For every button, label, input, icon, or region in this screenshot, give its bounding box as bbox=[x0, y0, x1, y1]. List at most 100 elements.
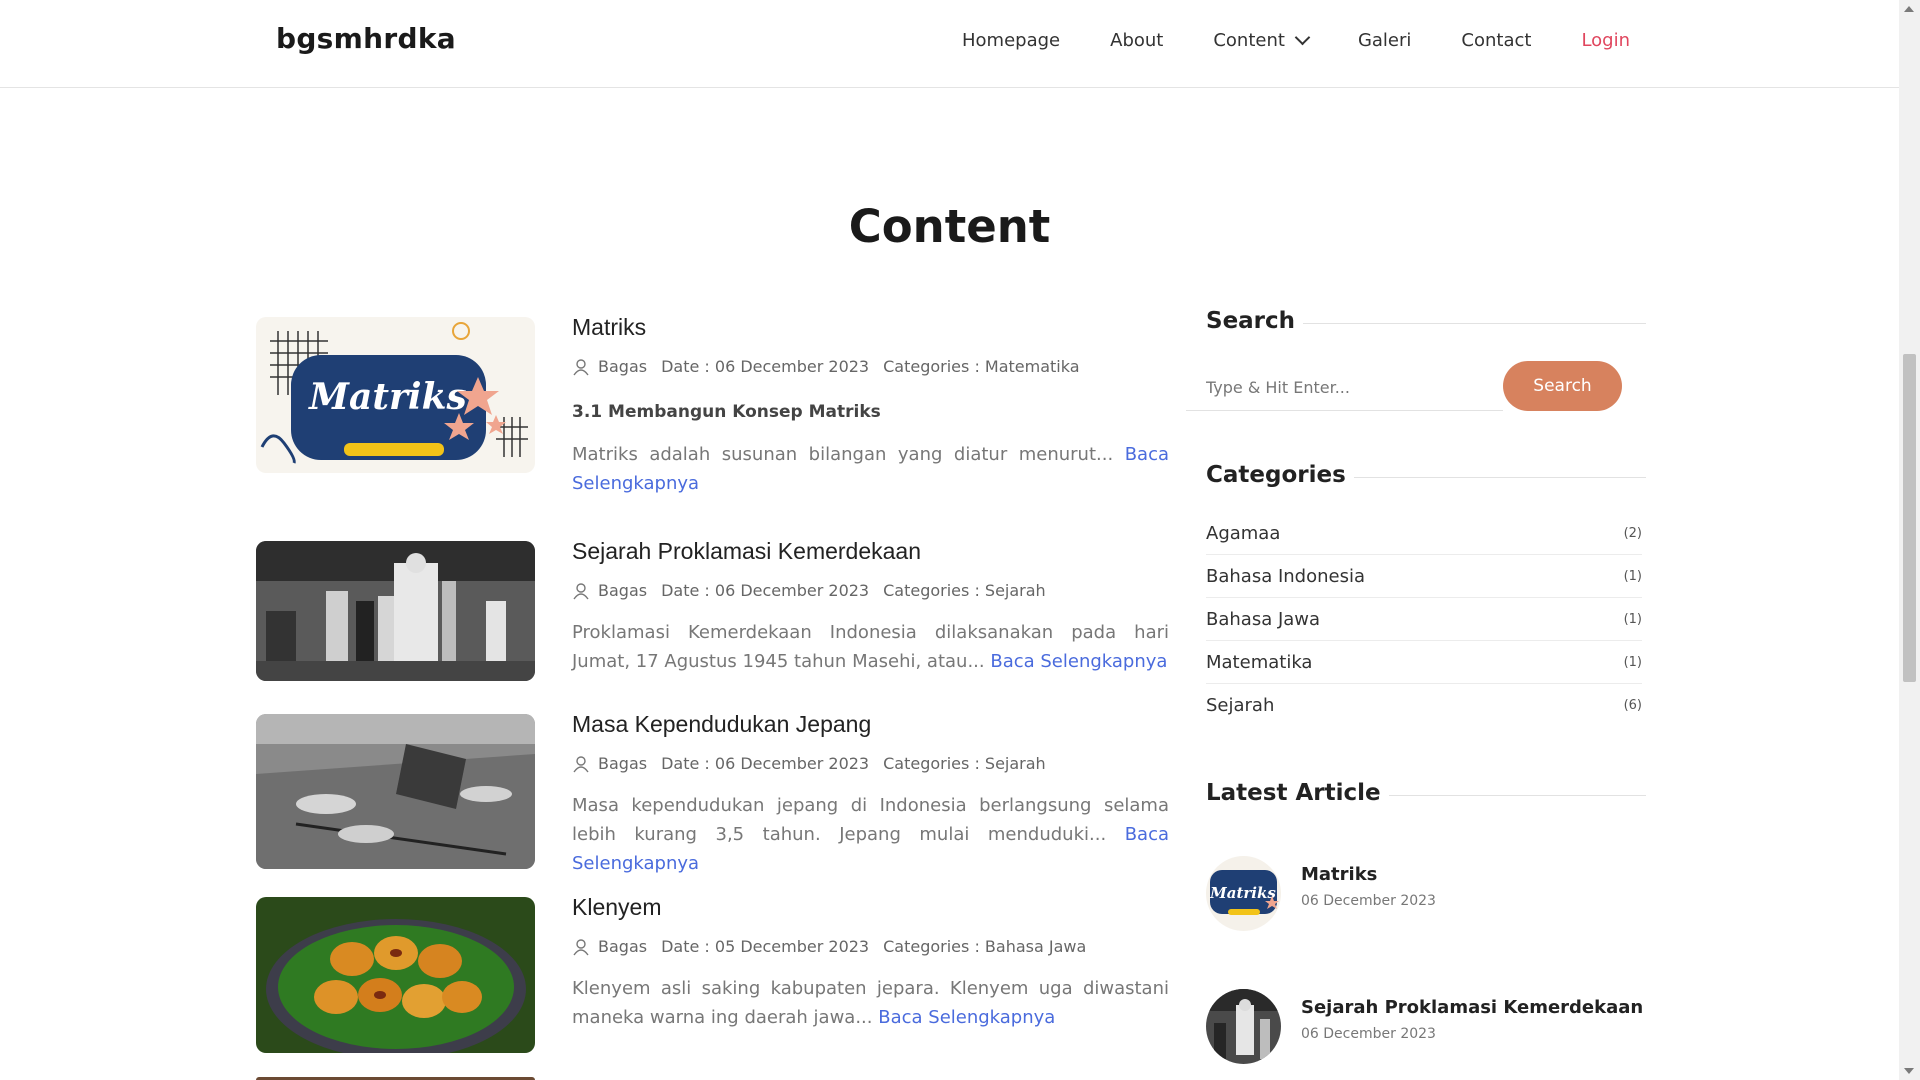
article-category: Categories : Sejarah bbox=[883, 754, 1046, 773]
latest-article-text: Matriks 06 December 2023 bbox=[1301, 856, 1436, 909]
category-name: Bahasa Indonesia bbox=[1206, 565, 1365, 587]
search-heading-text: Search bbox=[1206, 308, 1296, 334]
article-meta: Bagas Date : 06 December 2023 Categories… bbox=[572, 357, 1169, 376]
jepang-thumbnail-image bbox=[256, 714, 535, 869]
heading-divider bbox=[1388, 794, 1646, 796]
user-icon bbox=[573, 582, 589, 599]
main-nav: Homepage About Content Galeri Contact Lo… bbox=[962, 29, 1630, 51]
klenyem-thumbnail-image bbox=[256, 897, 535, 1053]
latest-article-item[interactable]: Sejarah Proklamasi Kemerdekaan 06 Decemb… bbox=[1206, 989, 1646, 1080]
category-count: (1) bbox=[1623, 654, 1642, 670]
categories-widget-heading: Categories bbox=[1186, 462, 1646, 488]
article-excerpt: Matriks adalah susunan bilangan yang dia… bbox=[572, 440, 1169, 498]
category-name: Matematika bbox=[1206, 651, 1313, 673]
heading-divider bbox=[1353, 476, 1646, 478]
article-body: Masa Kependudukan Jepang Bagas Date : 06… bbox=[572, 711, 1169, 878]
heading-divider bbox=[1303, 322, 1646, 324]
article-category: Categories : Bahasa Jawa bbox=[883, 937, 1087, 956]
matriks-circle-image: Matriks bbox=[1206, 856, 1281, 931]
latest-article-item[interactable]: Matriks Matriks 06 December 2023 bbox=[1206, 856, 1646, 989]
article-thumbnail[interactable] bbox=[256, 541, 535, 681]
excerpt-text: Masa kependudukan jepang di Indonesia be… bbox=[572, 795, 1169, 845]
article-meta: Bagas Date : 06 December 2023 Categories… bbox=[572, 581, 1169, 600]
user-icon bbox=[573, 938, 589, 955]
navbar: bgsmhrdka Homepage About Content Galeri … bbox=[0, 0, 1899, 88]
article-category: Categories : Sejarah bbox=[883, 581, 1046, 600]
article-author: Bagas bbox=[598, 937, 648, 956]
read-more-link[interactable]: Baca Selengkapnya bbox=[878, 1007, 1055, 1028]
scroll-up-arrow-icon[interactable] bbox=[1904, 6, 1914, 12]
thumbnail-matriks-lettering: Matriks bbox=[307, 376, 467, 418]
latest-article-thumbnail[interactable]: Matriks bbox=[1206, 856, 1281, 931]
article-body: Klenyem Bagas Date : 05 December 2023 Ca… bbox=[572, 894, 1169, 1032]
category-item-matematika[interactable]: Matematika (1) bbox=[1206, 641, 1642, 684]
article-excerpt: Masa kependudukan jepang di Indonesia be… bbox=[572, 791, 1169, 878]
proklamasi-circle-image bbox=[1206, 989, 1281, 1064]
article-thumbnail[interactable]: Matriks bbox=[256, 317, 535, 473]
category-list: Agamaa (2) Bahasa Indonesia (1) Bahasa Jaw… bbox=[1186, 512, 1642, 727]
category-name: Bahasa Jawa bbox=[1206, 608, 1321, 630]
category-item-agamaa[interactable]: Agamaa (2) bbox=[1206, 512, 1642, 555]
nav-login[interactable]: Login bbox=[1581, 30, 1630, 51]
category-name: Agamaa bbox=[1206, 522, 1281, 544]
article-excerpt: Klenyem asli saking kabupaten jepara. Kl… bbox=[572, 974, 1169, 1032]
article-date: Date : 06 December 2023 bbox=[661, 754, 870, 773]
article-body: Matriks Bagas Date : 06 December 2023 Ca… bbox=[572, 314, 1169, 498]
categories-heading-text: Categories bbox=[1206, 462, 1346, 488]
sidebar: Search Search Categories Agamaa (2) Bahas… bbox=[1186, 308, 1646, 1080]
article-title[interactable]: Masa Kependudukan Jepang bbox=[572, 711, 1169, 738]
category-item-bahasa-jawa[interactable]: Bahasa Jawa (1) bbox=[1206, 598, 1642, 641]
article-author: Bagas bbox=[598, 581, 648, 600]
matriks-thumbnail-image: Matriks bbox=[256, 317, 535, 473]
read-more-link[interactable]: Baca Selengkapnya bbox=[990, 651, 1167, 672]
page-scrollbar[interactable] bbox=[1899, 0, 1920, 1080]
latest-article-thumbnail[interactable] bbox=[1206, 989, 1281, 1064]
search-button[interactable]: Search bbox=[1503, 361, 1622, 411]
latest-article-title[interactable]: Matriks bbox=[1301, 864, 1436, 885]
nav-homepage[interactable]: Homepage bbox=[962, 30, 1060, 51]
article-date: Date : 06 December 2023 bbox=[661, 581, 870, 600]
category-count: (2) bbox=[1623, 525, 1642, 541]
nav-contact[interactable]: Contact bbox=[1461, 30, 1531, 51]
article-title[interactable]: Sejarah Proklamasi Kemerdekaan bbox=[572, 538, 1169, 565]
latest-article-text: Sejarah Proklamasi Kemerdekaan 06 Decemb… bbox=[1301, 989, 1643, 1042]
page-title: Content bbox=[848, 200, 1051, 253]
category-item-bahasa-indonesia[interactable]: Bahasa Indonesia (1) bbox=[1206, 555, 1642, 598]
brand-logo[interactable]: bgsmhrdka bbox=[276, 22, 456, 55]
article-thumbnail[interactable] bbox=[256, 897, 535, 1053]
article-meta: Bagas Date : 06 December 2023 Categories… bbox=[572, 754, 1169, 773]
article-body: Sejarah Proklamasi Kemerdekaan Bagas Dat… bbox=[572, 538, 1169, 676]
latest-thumbnail-matriks-lettering: Matriks bbox=[1209, 884, 1276, 902]
nav-galeri[interactable]: Galeri bbox=[1358, 30, 1411, 51]
article-title[interactable]: Matriks bbox=[572, 314, 1169, 341]
article-subheading: 3.1 Membangun Konsep Matriks bbox=[572, 402, 881, 422]
article-thumbnail[interactable] bbox=[256, 714, 535, 869]
excerpt-text: Matriks adalah susunan bilangan yang dia… bbox=[572, 444, 1125, 465]
category-count: (1) bbox=[1623, 611, 1642, 627]
nav-content-label: Content bbox=[1213, 30, 1285, 51]
article-title[interactable]: Klenyem bbox=[572, 894, 1169, 921]
scroll-down-arrow-icon[interactable] bbox=[1904, 1068, 1914, 1074]
latest-article-date: 06 December 2023 bbox=[1301, 893, 1436, 909]
category-item-sejarah[interactable]: Sejarah (6) bbox=[1206, 684, 1642, 727]
article-excerpt: Proklamasi Kemerdekaan Indonesia dilaksa… bbox=[572, 618, 1169, 676]
article-author: Bagas bbox=[598, 754, 648, 773]
nav-about[interactable]: About bbox=[1110, 30, 1163, 51]
search-widget-heading: Search bbox=[1186, 308, 1646, 334]
article-category: Categories : Matematika bbox=[883, 357, 1080, 376]
article-date: Date : 06 December 2023 bbox=[661, 357, 870, 376]
scrollbar-thumb[interactable] bbox=[1903, 354, 1916, 682]
nav-content-dropdown[interactable]: Content bbox=[1213, 29, 1311, 51]
latest-article-list: Matriks Matriks 06 December 2023 Sejarah… bbox=[1186, 856, 1646, 1080]
latest-heading-text: Latest Article bbox=[1206, 780, 1381, 806]
category-count: (1) bbox=[1623, 568, 1642, 584]
user-icon bbox=[573, 755, 589, 772]
proklamasi-thumbnail-image bbox=[256, 541, 535, 681]
excerpt-text: Klenyem asli saking kabupaten jepara. Kl… bbox=[572, 978, 1169, 1028]
latest-article-title[interactable]: Sejarah Proklamasi Kemerdekaan bbox=[1301, 997, 1643, 1018]
user-icon bbox=[573, 358, 589, 375]
latest-article-date: 06 December 2023 bbox=[1301, 1026, 1436, 1042]
article-date: Date : 05 December 2023 bbox=[661, 937, 870, 956]
search-input[interactable] bbox=[1186, 365, 1503, 411]
article-author: Bagas bbox=[598, 357, 648, 376]
